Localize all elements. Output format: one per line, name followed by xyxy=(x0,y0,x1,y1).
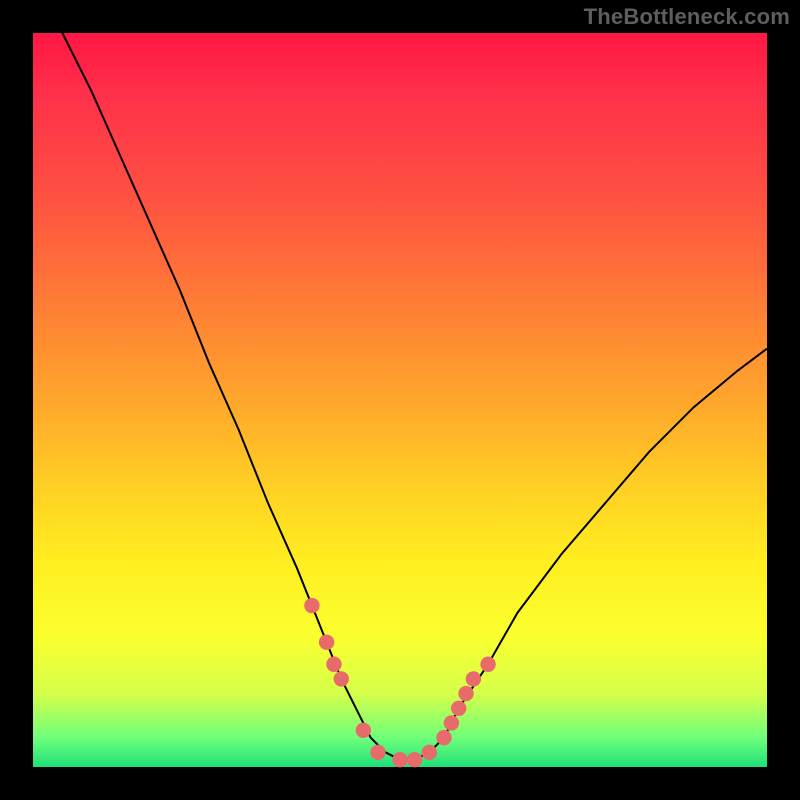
watermark-text: TheBottleneck.com xyxy=(584,4,790,30)
marker-point xyxy=(466,671,481,686)
marker-point xyxy=(304,598,319,613)
chart-svg xyxy=(33,33,767,767)
bottleneck-curve xyxy=(62,33,767,760)
marker-point xyxy=(451,701,466,716)
marker-point xyxy=(392,752,407,767)
marker-point xyxy=(326,657,341,672)
marker-point xyxy=(319,635,334,650)
marker-point xyxy=(444,715,459,730)
chart-frame: TheBottleneck.com xyxy=(0,0,800,800)
marker-point xyxy=(422,745,437,760)
marker-point xyxy=(334,671,349,686)
marker-point xyxy=(356,723,371,738)
marker-point xyxy=(407,752,422,767)
marker-point xyxy=(436,730,451,745)
marker-point xyxy=(480,657,495,672)
plot-area xyxy=(33,33,767,767)
marker-point xyxy=(370,745,385,760)
marker-point xyxy=(458,686,473,701)
marker-group xyxy=(304,598,496,768)
